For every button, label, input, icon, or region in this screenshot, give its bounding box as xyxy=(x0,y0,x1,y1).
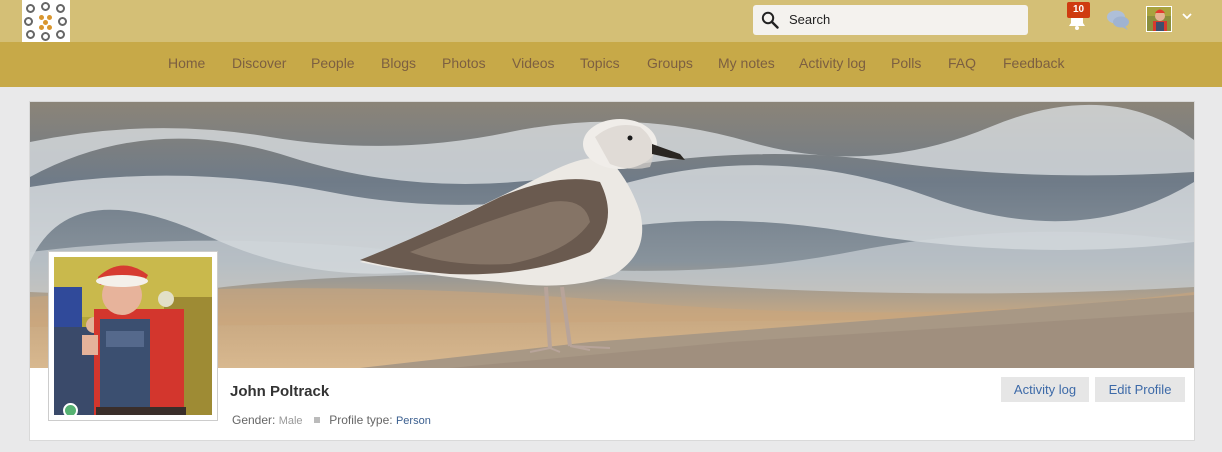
nav-item-photos[interactable]: Photos xyxy=(442,55,486,71)
nav-item-activity-log[interactable]: Activity log xyxy=(799,55,866,71)
nav-item-polls[interactable]: Polls xyxy=(891,55,921,71)
activity-log-button[interactable]: Activity log xyxy=(1001,377,1089,402)
profile-type-value[interactable]: Person xyxy=(396,415,431,427)
notification-count-badge: 10 xyxy=(1067,2,1090,18)
site-logo[interactable] xyxy=(22,0,70,44)
nav-item-faq[interactable]: FAQ xyxy=(948,55,976,71)
nav-item-blogs[interactable]: Blogs xyxy=(381,55,416,71)
profile-meta: Gender: Male Profile type: Person xyxy=(232,413,431,427)
profile-photo[interactable] xyxy=(48,251,218,421)
user-avatar[interactable] xyxy=(1146,6,1172,32)
nav-item-home[interactable]: Home xyxy=(168,55,205,71)
nav-item-groups[interactable]: Groups xyxy=(647,55,693,71)
online-status-indicator xyxy=(63,403,78,415)
profile-name[interactable]: John Poltrack xyxy=(230,383,329,400)
top-bar: Search 10 xyxy=(0,0,1222,44)
nav-item-people[interactable]: People xyxy=(311,55,355,71)
nav-item-my-notes[interactable]: My notes xyxy=(718,55,775,71)
chevron-down-icon[interactable] xyxy=(1181,11,1193,21)
messages-icon[interactable] xyxy=(1106,9,1130,31)
meta-separator xyxy=(313,417,320,424)
nav-item-videos[interactable]: Videos xyxy=(512,55,555,71)
nav-item-discover[interactable]: Discover xyxy=(232,55,286,71)
profile-card: John Poltrack Gender: Male Profile type:… xyxy=(29,101,1195,441)
nav-item-topics[interactable]: Topics xyxy=(580,55,620,71)
search-box[interactable]: Search xyxy=(753,5,1028,35)
nav-item-feedback[interactable]: Feedback xyxy=(1003,55,1064,71)
gender-label: Gender: xyxy=(232,413,276,427)
profile-type-label: Profile type: xyxy=(329,413,393,427)
gender-value: Male xyxy=(278,415,303,427)
main-navigation: Home Discover People Blogs Photos Videos… xyxy=(0,42,1222,87)
search-input[interactable]: Search xyxy=(789,12,830,27)
search-icon xyxy=(761,11,779,29)
edit-profile-button[interactable]: Edit Profile xyxy=(1095,377,1185,402)
